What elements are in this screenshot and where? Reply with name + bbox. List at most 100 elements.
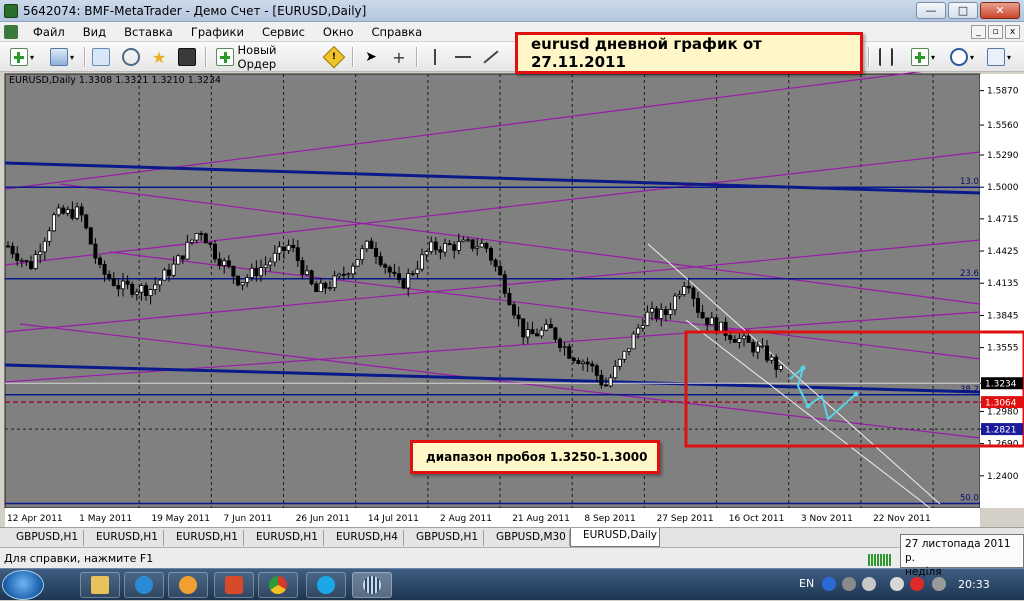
- candle-body: [484, 243, 489, 249]
- x-tick-label: 19 May 2011: [151, 514, 210, 524]
- menu-charts[interactable]: Графики: [182, 22, 253, 42]
- terminal-button[interactable]: [176, 47, 198, 67]
- candle-body: [673, 295, 678, 311]
- candle-body: [19, 260, 24, 262]
- candle-body: [88, 227, 93, 245]
- market-watch-button[interactable]: [90, 47, 112, 67]
- candle-body: [659, 309, 664, 319]
- vertical-line-button[interactable]: [424, 47, 446, 67]
- folder-icon: [91, 576, 109, 594]
- new-order-label: Новый Ордер: [237, 43, 277, 71]
- candle-body: [631, 333, 636, 350]
- network-icon[interactable]: [862, 577, 876, 591]
- stop-icon[interactable]: [910, 577, 924, 591]
- new-order-button[interactable]: Новый Ордер !: [212, 43, 346, 71]
- templates-button[interactable]: ▾: [982, 47, 1016, 67]
- menu-insert[interactable]: Вставка: [115, 22, 182, 42]
- candle-body: [121, 280, 126, 290]
- start-button[interactable]: [2, 570, 44, 600]
- status-help-text: Для справки, нажмите F1: [4, 552, 154, 565]
- candle-body: [346, 273, 351, 276]
- candle-body: [38, 251, 43, 256]
- template-icon: [986, 48, 1005, 66]
- cursor-button[interactable]: ➤: [360, 47, 382, 67]
- speaker-icon[interactable]: [890, 577, 904, 591]
- candle-body: [291, 244, 296, 249]
- navigator-button[interactable]: [120, 47, 142, 67]
- chart-window-icon[interactable]: [4, 24, 18, 39]
- candle-body: [558, 338, 563, 348]
- candle-body: [304, 270, 309, 275]
- chart-tab[interactable]: EURUSD,H4: [324, 530, 404, 546]
- menu-help[interactable]: Справка: [362, 22, 431, 42]
- candle-body: [171, 263, 176, 276]
- favorites-button[interactable]: ★: [148, 47, 170, 67]
- candle-body: [47, 230, 52, 242]
- candle-body: [562, 346, 567, 349]
- period-separator-icon: [879, 48, 893, 66]
- candle-body: [217, 258, 222, 266]
- help-icon[interactable]: [822, 577, 836, 591]
- taskbar-clock[interactable]: 20:33: [958, 578, 990, 591]
- minimize-button[interactable]: —: [916, 2, 946, 19]
- candle-body: [327, 287, 332, 289]
- taskbar-metatrader[interactable]: [352, 572, 392, 598]
- close-button[interactable]: ✕: [980, 2, 1020, 19]
- menu-view[interactable]: Вид: [74, 22, 115, 42]
- menu-tools[interactable]: Сервис: [253, 22, 314, 42]
- menu-window[interactable]: Окно: [314, 22, 363, 42]
- candle-body: [231, 265, 236, 277]
- taskbar-internet-explorer[interactable]: [124, 572, 164, 598]
- chart-tab[interactable]: EURUSD,H1: [84, 530, 164, 546]
- chart-tab[interactable]: GBPUSD,H1: [404, 530, 484, 546]
- maximize-button[interactable]: □: [948, 2, 978, 19]
- new-chart-button[interactable]: ▾: [6, 47, 38, 67]
- candle-body: [61, 207, 66, 214]
- indicators-button[interactable]: ▾: [906, 47, 940, 67]
- candle-body: [240, 282, 245, 286]
- taskbar-mail-agent[interactable]: [168, 572, 208, 598]
- candle-body: [737, 338, 742, 343]
- candle-body: [535, 333, 540, 337]
- connection-status-icon[interactable]: [868, 554, 892, 566]
- candle-body: [314, 283, 319, 293]
- periods-button[interactable]: ▾: [946, 47, 978, 67]
- market-watch-icon: [92, 48, 110, 66]
- chart-tab[interactable]: GBPUSD,M30: [484, 530, 570, 546]
- battery-icon[interactable]: [932, 577, 946, 591]
- candle-body: [300, 260, 305, 275]
- x-tick-label: 8 Sep 2011: [584, 514, 635, 524]
- horizontal-line-icon: [455, 56, 471, 58]
- candle-body: [176, 255, 181, 265]
- profiles-button[interactable]: ▾: [46, 47, 78, 67]
- period-separator-button[interactable]: [874, 47, 898, 67]
- candle-body: [125, 280, 130, 285]
- mdi-restore-button[interactable]: ▫: [988, 25, 1003, 39]
- candle-body: [93, 243, 98, 259]
- mdi-minimize-button[interactable]: _: [971, 25, 986, 39]
- candle-body: [364, 240, 369, 250]
- candle-body: [488, 247, 493, 261]
- chart-tab[interactable]: GBPUSD,H1: [4, 530, 84, 546]
- mdi-close-button[interactable]: x: [1005, 25, 1020, 39]
- menu-file[interactable]: Файл: [24, 22, 74, 42]
- tray-chevron-icon[interactable]: [842, 577, 856, 591]
- taskbar-chrome[interactable]: [258, 572, 298, 598]
- candle-body: [6, 245, 11, 248]
- horizontal-line-button[interactable]: [452, 47, 474, 67]
- language-indicator[interactable]: EN: [799, 577, 814, 590]
- y-tick-label: 1.3845: [987, 311, 1019, 321]
- chart-tab[interactable]: EURUSD,Daily: [570, 528, 660, 547]
- candle-body: [668, 309, 673, 315]
- candle-body: [143, 285, 148, 297]
- candle-body: [410, 273, 415, 275]
- taskbar-mail[interactable]: [214, 572, 254, 598]
- candle-body: [245, 277, 250, 283]
- chart-tab[interactable]: EURUSD,H1: [244, 530, 324, 546]
- taskbar-explorer[interactable]: [80, 572, 120, 598]
- crosshair-button[interactable]: +: [388, 47, 410, 67]
- taskbar-skype[interactable]: [306, 572, 346, 598]
- candle-body: [15, 253, 20, 261]
- chart-tab[interactable]: EURUSD,H1: [164, 530, 244, 546]
- trendline-button[interactable]: [480, 47, 502, 67]
